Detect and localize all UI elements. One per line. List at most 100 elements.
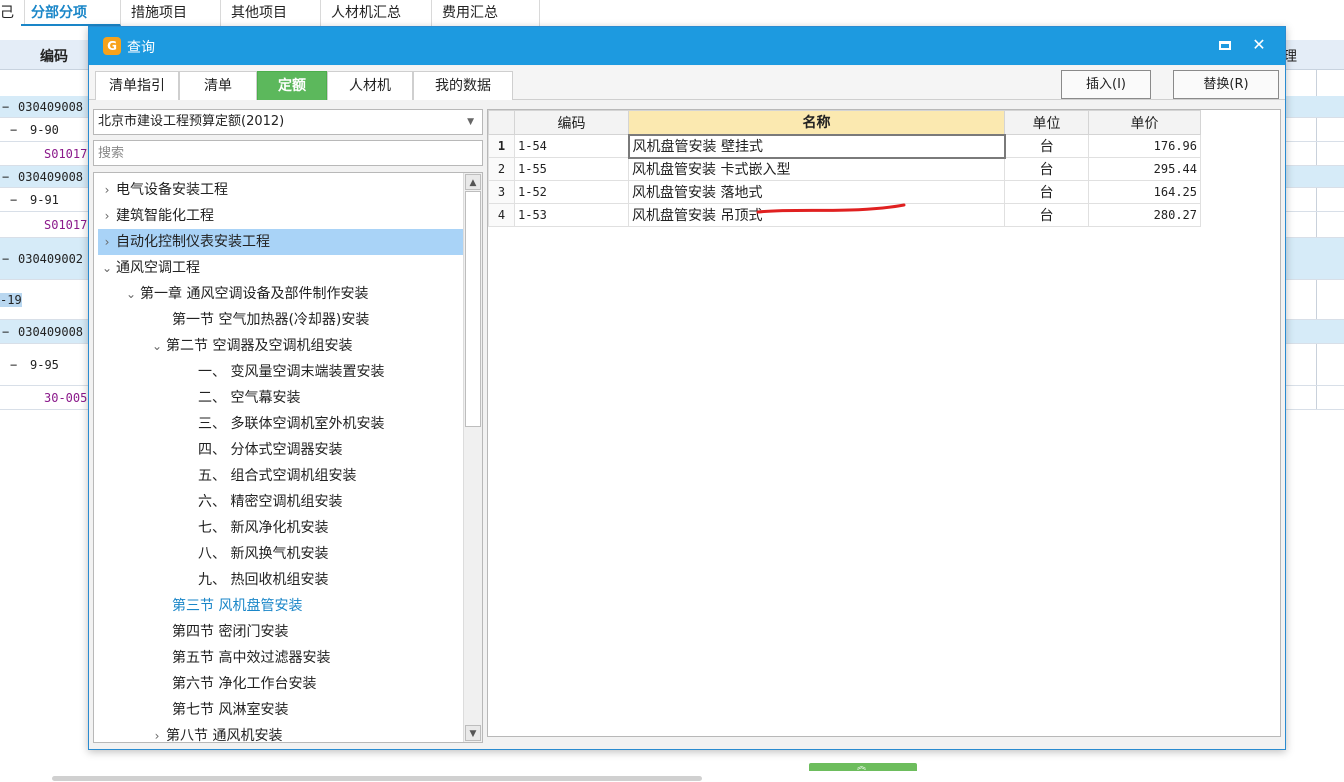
row-code[interactable]: 1-52: [514, 180, 629, 204]
chevron-up-icon[interactable]: ︽: [857, 759, 866, 772]
quota-select-value: 北京市建设工程预算定额(2012): [98, 114, 285, 129]
table-row[interactable]: 1 1-54 风机盘管安装 壁挂式 台 176.96: [488, 133, 1201, 159]
tree-item[interactable]: 第六节 净化工作台安装: [172, 671, 316, 697]
tab-qingdan-zhiyin[interactable]: 清单指引: [95, 71, 179, 100]
tree-item[interactable]: › 建筑智能化工程: [98, 203, 214, 229]
chevron-down-icon[interactable]: ⌄: [148, 333, 166, 359]
chevron-down-icon[interactable]: ⌄: [98, 255, 116, 281]
row-code[interactable]: 1-54: [514, 134, 629, 158]
tree-item[interactable]: ⌄ 第二节 空调器及空调机组安装: [148, 333, 352, 359]
tree-item-current[interactable]: 第三节 风机盘管安装: [172, 593, 302, 619]
row-index: 1: [488, 134, 515, 158]
chevron-right-icon[interactable]: ›: [148, 723, 166, 742]
tab-qingdan[interactable]: 清单: [179, 71, 257, 100]
left-panel: 北京市建设工程预算定额(2012) ▼ ›电气设备安装工程 ›建筑智能化工程 ›…: [93, 109, 483, 743]
dialog-titlebar[interactable]: G 查询 ✕: [89, 27, 1285, 65]
quota-select[interactable]: 北京市建设工程预算定额(2012) ▼: [93, 109, 483, 135]
row-name[interactable]: 风机盘管安装 壁挂式: [627, 133, 1006, 159]
row-price[interactable]: 295.44: [1088, 157, 1201, 181]
maximize-icon[interactable]: [1213, 33, 1237, 57]
row-unit[interactable]: 台: [1004, 134, 1089, 158]
tree-item-label: 第六节 净化工作台安装: [172, 676, 317, 692]
col-price[interactable]: 单价: [1088, 110, 1201, 135]
row-unit[interactable]: 台: [1004, 157, 1089, 181]
collapse-icon[interactable]: −: [2, 100, 9, 114]
col-unit[interactable]: 单位: [1004, 110, 1089, 135]
row-price[interactable]: 280.27: [1088, 203, 1201, 227]
collapse-icon[interactable]: −: [10, 358, 17, 372]
chevron-right-icon[interactable]: ›: [98, 177, 116, 203]
collapse-icon[interactable]: −: [2, 170, 9, 184]
tree-item[interactable]: › 第八节 通风机安装: [148, 723, 283, 742]
tree-item-label: 四、 分体式空调器安装: [198, 442, 343, 458]
tree-item-label: 第一章 通风空调设备及部件制作安装: [140, 286, 369, 302]
chevron-down-icon[interactable]: ⌄: [122, 281, 140, 307]
tree-item[interactable]: 四、 分体式空调器安装: [198, 437, 342, 463]
table-row[interactable]: 2 1-55 风机盘管安装 卡式嵌入型 台 295.44: [488, 157, 1201, 181]
scroll-up-icon[interactable]: ▲: [465, 174, 481, 190]
app-tab-fenbu[interactable]: 分部分项: [21, 0, 121, 26]
app-tab-feiyong[interactable]: 费用汇总: [432, 0, 540, 26]
row-name[interactable]: 风机盘管安装 落地式: [628, 180, 1005, 204]
tree-item[interactable]: 九、 热回收机组安装: [198, 567, 328, 593]
table-row[interactable]: 3 1-52 风机盘管安装 落地式 台 164.25: [488, 180, 1201, 204]
tree-item[interactable]: › 电气设备安装工程: [98, 177, 228, 203]
tree-item[interactable]: 七、 新风净化机安装: [198, 515, 328, 541]
scrollbar-thumb[interactable]: [465, 191, 481, 427]
tree-scrollbar[interactable]: ▲ ▼: [463, 173, 482, 742]
chevron-right-icon[interactable]: ›: [98, 229, 116, 255]
tree-item[interactable]: 六、 精密空调机组安装: [198, 489, 342, 515]
app-tab-qita[interactable]: 其他项目: [221, 0, 321, 26]
replace-button[interactable]: 替换(R): [1173, 70, 1279, 99]
scroll-down-icon[interactable]: ▼: [465, 725, 481, 741]
tree-item[interactable]: 第一节 空气加热器(冷却器)安装: [172, 307, 369, 333]
app-logo-icon: G: [103, 37, 121, 55]
dialog-title: 查询: [127, 40, 155, 56]
chevron-down-icon[interactable]: ▼: [467, 110, 474, 134]
chevron-right-icon[interactable]: ›: [98, 203, 116, 229]
row-price[interactable]: 176.96: [1088, 134, 1201, 158]
row-price[interactable]: 164.25: [1088, 180, 1201, 204]
tab-rencaiji[interactable]: 人材机: [327, 71, 413, 100]
tree-item[interactable]: 二、 空气幕安装: [198, 385, 300, 411]
row-unit[interactable]: 台: [1004, 203, 1089, 227]
horizontal-scrollbar[interactable]: [52, 776, 702, 781]
red-underline-annotation: [756, 203, 906, 214]
row-code: 030409008: [18, 324, 84, 339]
row-code: 030409002: [18, 251, 84, 266]
collapse-icon[interactable]: −: [10, 123, 17, 137]
row-code[interactable]: 1-55: [514, 157, 629, 181]
tree-item[interactable]: 第七节 风淋室安装: [172, 697, 288, 723]
tree-item[interactable]: ⌄ 第一章 通风空调设备及部件制作安装: [122, 281, 368, 307]
col-code[interactable]: 编码: [514, 110, 629, 135]
tab-ding-e[interactable]: 定额: [257, 71, 327, 100]
collapse-icon[interactable]: −: [2, 252, 9, 266]
row-unit[interactable]: 台: [1004, 180, 1089, 204]
tree-item[interactable]: ⌄ 通风空调工程: [98, 255, 200, 281]
splitter-handle[interactable]: ︽: [809, 762, 917, 772]
tree-item[interactable]: 一、 变风量空调末端装置安装: [198, 359, 384, 385]
tree-item[interactable]: 三、 多联体空调机室外机安装: [198, 411, 384, 437]
collapse-icon[interactable]: −: [2, 325, 9, 339]
tree-item[interactable]: 第五节 高中效过滤器安装: [172, 645, 330, 671]
quota-results-panel: 编码 名称 单位 单价 1 1-54 风机盘管安装 壁挂式 台 176.96 2…: [487, 109, 1281, 737]
search-input[interactable]: [93, 140, 483, 166]
tree-item-label: 七、 新风净化机安装: [198, 520, 329, 536]
tree-item[interactable]: 第四节 密闭门安装: [172, 619, 288, 645]
tree-item[interactable]: 五、 组合式空调机组安装: [198, 463, 356, 489]
insert-button[interactable]: 插入(I): [1061, 70, 1151, 99]
collapse-icon[interactable]: −: [10, 193, 17, 207]
tree-item-selected[interactable]: › 自动化控制仪表安装工程: [98, 229, 464, 255]
tab-my-data[interactable]: 我的数据: [413, 71, 513, 100]
close-icon[interactable]: ✕: [1247, 33, 1271, 57]
row-code: 9-91: [30, 192, 59, 207]
tree-item[interactable]: 八、 新风换气机安装: [198, 541, 328, 567]
row-code: 9-90: [30, 122, 59, 137]
table-header-row: 编码 名称 单位 单价: [488, 110, 1201, 135]
row-code: S01017: [44, 217, 88, 232]
row-name[interactable]: 风机盘管安装 卡式嵌入型: [628, 157, 1005, 181]
col-name[interactable]: 名称: [628, 110, 1005, 135]
row-code[interactable]: 1-53: [514, 203, 629, 227]
app-tab-cuoshi[interactable]: 措施项目: [121, 0, 221, 26]
app-tab-rencaiji[interactable]: 人材机汇总: [321, 0, 432, 26]
